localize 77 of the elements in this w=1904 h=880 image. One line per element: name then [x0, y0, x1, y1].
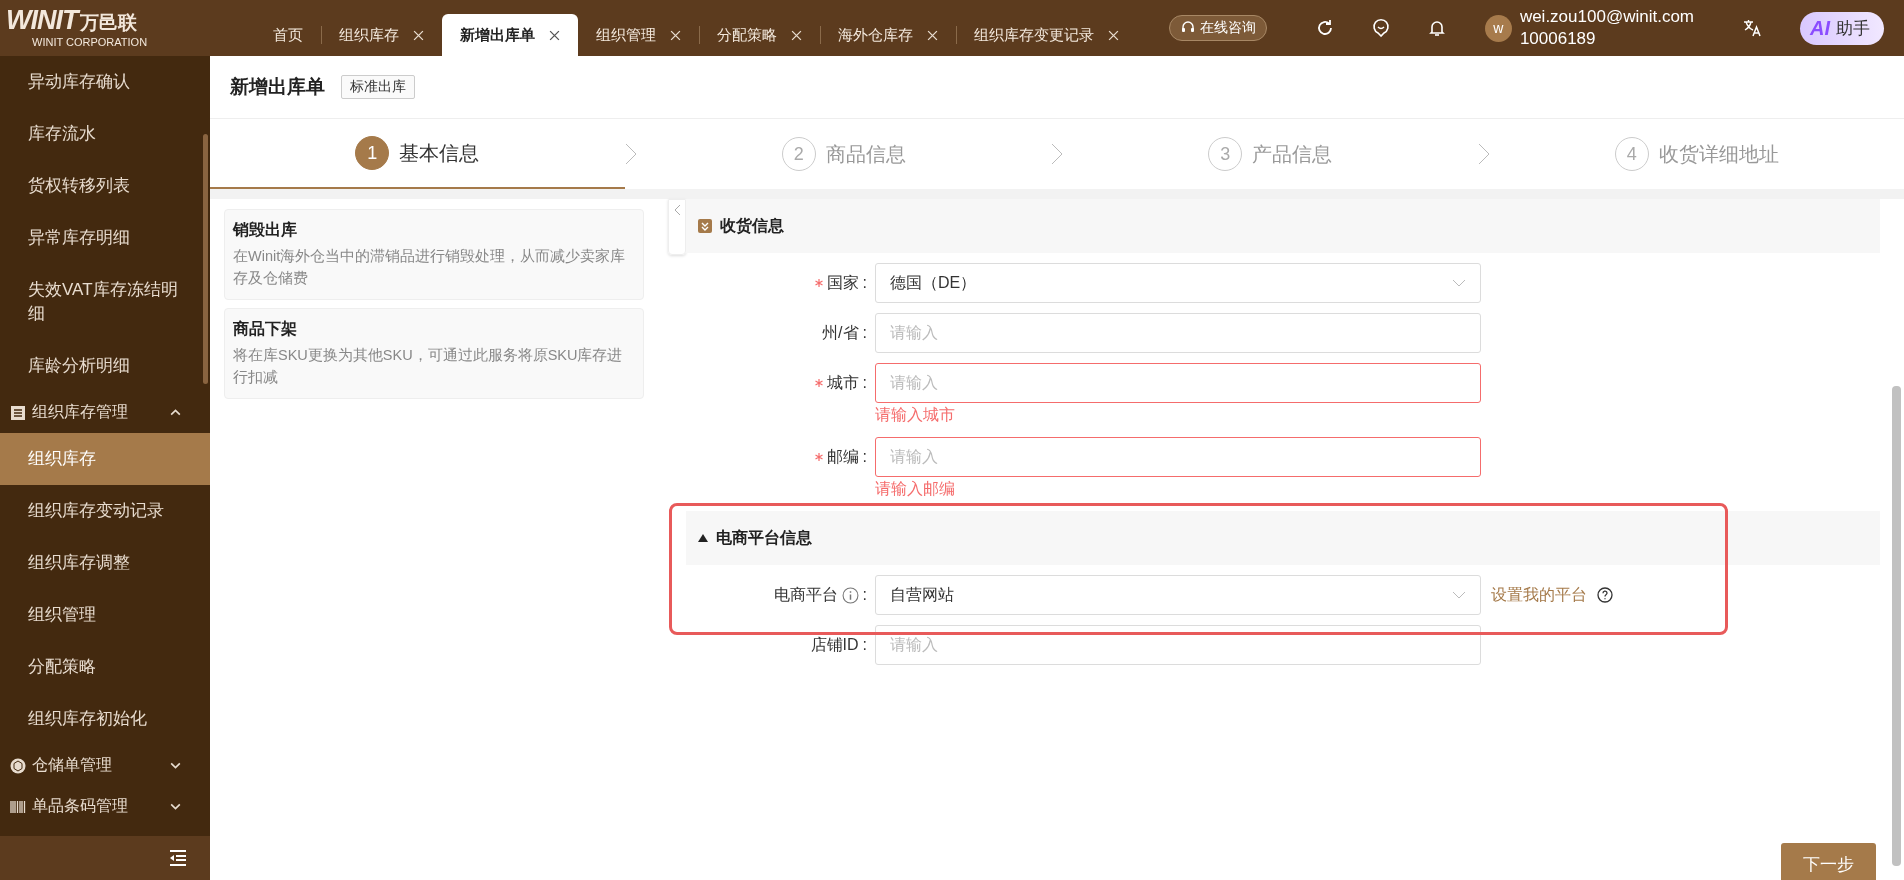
field-label: 店铺ID	[810, 635, 859, 655]
set-platform-link[interactable]: 设置我的平台	[1491, 584, 1587, 606]
tab[interactable]: 首页	[255, 14, 321, 56]
chevron-right-icon	[624, 143, 637, 165]
chevron-down-icon	[1452, 590, 1466, 600]
sidebar-item[interactable]: 货权转移列表	[0, 160, 210, 212]
error-message: 请输入城市	[875, 405, 956, 425]
sidebar-item[interactable]: 异动库存确认	[0, 56, 210, 108]
bell-icon[interactable]	[1426, 18, 1447, 38]
service-description: 将在库SKU更换为其他SKU，可通过此服务将原SKU库存进行扣减	[233, 346, 624, 387]
scrollbar-thumb[interactable]	[203, 134, 208, 384]
sidebar-item[interactable]: 异常库存明细	[0, 212, 210, 264]
list-icon	[10, 404, 26, 421]
sidebar-item[interactable]: 组织库存	[0, 433, 210, 485]
tab[interactable]: 组织库存变更记录	[956, 14, 1137, 56]
chevron-right-icon	[1051, 143, 1063, 165]
info-icon[interactable]	[841, 586, 859, 604]
select-field[interactable]: 德国（DE）	[875, 263, 1481, 303]
chevron-down-icon	[1452, 278, 1466, 288]
label-colon: :	[862, 323, 867, 343]
sidebar-item[interactable]: 组织管理	[0, 589, 210, 641]
step-tab[interactable]: 1 基本信息	[210, 119, 625, 189]
consult-button[interactable]: 在线咨询	[1168, 15, 1267, 41]
scrollbar-thumb[interactable]	[1892, 386, 1901, 866]
barcode-icon	[10, 798, 26, 815]
tab[interactable]: 分配策略	[699, 14, 820, 56]
order-type-tag: 标准出库	[341, 75, 415, 99]
user-avatar[interactable]: w	[1484, 14, 1512, 42]
translate-icon[interactable]	[1742, 18, 1762, 38]
sidebar-group[interactable]: 组织库存管理	[0, 392, 210, 433]
tab[interactable]: 组织库存	[321, 14, 442, 56]
tab[interactable]: 组织管理	[578, 14, 699, 56]
field-label: 电商平台	[773, 585, 838, 605]
chevron-right-icon	[1477, 143, 1490, 165]
input-field[interactable]: 请输入	[875, 363, 1481, 403]
field-label: 邮编	[826, 447, 859, 467]
next-button[interactable]: 下一步	[1781, 843, 1876, 880]
field-label: 州/省	[822, 323, 859, 343]
logo: WINIT万邑联 WINIT CORPORATION	[5, 4, 149, 50]
ai-assistant-button[interactable]: AI 助手	[1800, 11, 1884, 45]
section-header[interactable]: 电商平台信息	[686, 511, 1880, 565]
service-description: 在Winit海外仓当中的滞销品进行销毁处理，从而减少卖家库存及仓储费	[233, 247, 627, 288]
label-colon: :	[862, 447, 867, 467]
sidebar-item[interactable]: 库龄分析明细	[0, 340, 210, 392]
sidebar-item[interactable]: 库存流水	[0, 108, 210, 160]
label-colon: :	[862, 273, 867, 293]
sidebar-item[interactable]: 组织库存变动记录	[0, 485, 210, 537]
user-email: wei.zou100@winit.com	[1519, 6, 1694, 28]
service-title: 销毁出库	[233, 220, 298, 240]
service-card[interactable]: 商品下架 将在库SKU更换为其他SKU，可通过此服务将原SKU库存进行扣减	[224, 308, 644, 399]
tab[interactable]: 新增出库单	[442, 14, 578, 56]
triangle-icon	[698, 534, 708, 542]
section-header[interactable]: 收货信息	[686, 199, 1880, 253]
sidebar-item[interactable]: 分配策略	[0, 641, 210, 693]
select-field[interactable]: 自营网站	[875, 575, 1481, 615]
service-title: 商品下架	[233, 319, 298, 339]
label-colon: :	[862, 373, 867, 393]
field-label: 国家	[826, 273, 859, 293]
smile-icon[interactable]	[1370, 18, 1391, 38]
sidebar-group[interactable]: 单品条码管理	[0, 786, 210, 827]
sidebar-item[interactable]: 组织库存初始化	[0, 693, 210, 745]
user-id: 10006189	[1519, 28, 1597, 50]
sidebar-item[interactable]: 失效VAT库存冻结明细	[0, 264, 210, 340]
sidebar-item[interactable]: 组织库存调整	[0, 537, 210, 589]
help-icon[interactable]	[1597, 587, 1613, 603]
collapse-menu-icon[interactable]	[168, 849, 188, 867]
input-field[interactable]: 请输入	[875, 437, 1481, 477]
label-colon: :	[862, 585, 867, 605]
chevron-left-icon	[673, 204, 681, 216]
error-message: 请输入邮编	[875, 479, 956, 499]
tab[interactable]: 海外仓库存	[820, 14, 956, 56]
sidebar-group[interactable]: 仓储单管理	[0, 745, 210, 786]
label-colon: :	[862, 635, 867, 655]
close-icon[interactable]	[549, 29, 560, 41]
field-label: 城市	[826, 373, 859, 393]
service-card[interactable]: 销毁出库 在Winit海外仓当中的滞销品进行销毁处理，从而减少卖家库存及仓储费	[224, 209, 644, 300]
page-title: 新增出库单	[230, 75, 325, 99]
